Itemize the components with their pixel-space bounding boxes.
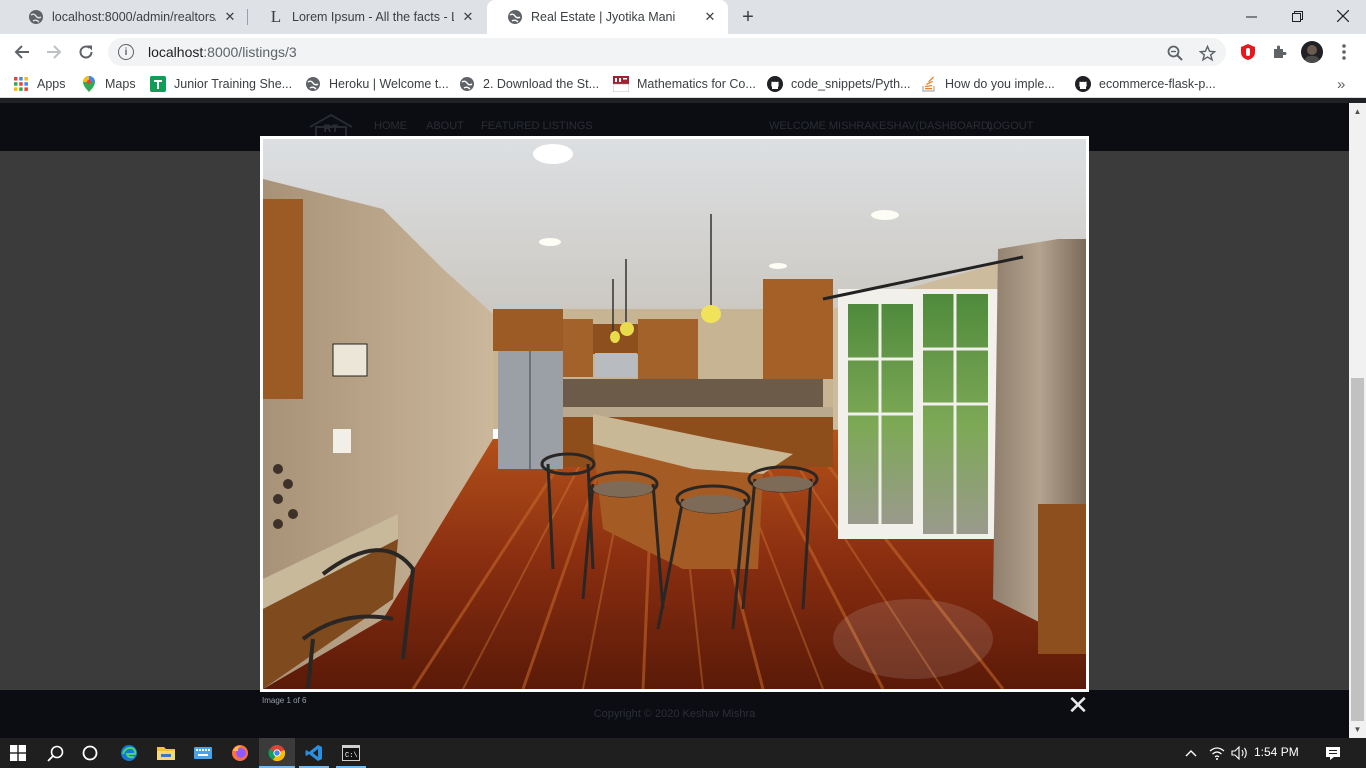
footer-copyright: Copyright © 2020 Keshav Mishra [593, 708, 756, 720]
minimize-button[interactable] [1228, 0, 1274, 32]
more-bookmarks-button[interactable]: » [1337, 74, 1345, 94]
globe-icon [28, 9, 44, 25]
github-icon [767, 76, 783, 92]
bookmark-maps[interactable]: Maps [81, 74, 136, 94]
close-window-button[interactable] [1320, 0, 1366, 32]
page-scrollbar[interactable]: ▲ ▼ [1349, 103, 1366, 738]
close-icon [1337, 10, 1349, 22]
search-icon[interactable] [43, 741, 67, 765]
bookmark-heroku[interactable]: Heroku | Welcome t... [305, 74, 449, 94]
tab-lorem-ipsum[interactable]: L Lorem Ipsum - All the facts - Lips ✕ [248, 0, 486, 34]
keyboard-icon[interactable] [191, 741, 215, 765]
globe-icon [305, 76, 321, 92]
tab-close-icon[interactable]: ✕ [460, 9, 476, 25]
firefox-icon[interactable] [228, 741, 252, 765]
extension-red-icon[interactable] [1238, 42, 1258, 62]
bookmark-label: How do you imple... [945, 77, 1055, 91]
bookmark-label: Maps [105, 77, 136, 91]
bookmark-junior-training[interactable]: Junior Training She... [150, 74, 292, 94]
lipsum-l-icon: L [270, 7, 282, 26]
bookmark-label: ecommerce-flask-p... [1099, 77, 1216, 91]
bookmark-label: code_snippets/Pyth... [791, 77, 911, 91]
taskbar-clock[interactable]: 1:54 PM [1254, 745, 1299, 759]
browser-toolbar: i localhost:8000/listings/3 [0, 34, 1366, 70]
browser-tab-strip: localhost:8000/admin/realtors/re ✕ L Lor… [0, 0, 1366, 34]
file-explorer-icon[interactable] [154, 741, 178, 765]
arrow-right-icon [47, 45, 62, 59]
nav-about-link[interactable]: ABOUT [426, 120, 464, 132]
new-tab-button[interactable]: + [736, 5, 760, 29]
bookmark-mathematics[interactable]: Mathematics for Co... [613, 74, 756, 94]
tab-close-icon[interactable]: ✕ [222, 9, 238, 25]
bookmark-label: 2. Download the St... [483, 77, 600, 91]
profile-avatar[interactable] [1301, 41, 1323, 63]
tray-chevron-up-icon[interactable] [1183, 744, 1199, 762]
stackoverflow-icon [921, 76, 937, 92]
vscode-icon[interactable] [302, 741, 326, 765]
site-footer: Copyright © 2020 Keshav Mishra [0, 690, 1349, 738]
mit-ocw-icon [613, 76, 629, 92]
tab-close-icon[interactable]: ✕ [702, 9, 718, 25]
listing-photo-kitchen[interactable] [263, 139, 1086, 689]
arrow-left-icon [14, 45, 29, 59]
reload-button[interactable] [72, 38, 100, 66]
terminal-icon[interactable]: C:\ [339, 741, 363, 765]
zoom-icon[interactable] [1166, 44, 1184, 62]
nav-dashboard-link[interactable]: WELCOME MISHRAKESHAV(DASHBOARD) [769, 120, 993, 132]
task-view-icon[interactable] [78, 741, 102, 765]
windows-start-icon[interactable] [6, 741, 30, 765]
address-bar[interactable]: i localhost:8000/listings/3 [108, 38, 1226, 66]
bookmark-label: Junior Training She... [174, 77, 293, 91]
info-icon[interactable]: i [118, 44, 134, 60]
tab-title: localhost:8000/admin/realtors/re [52, 10, 216, 24]
bookmark-label: Heroku | Welcome t... [329, 77, 449, 91]
restore-button[interactable] [1274, 0, 1320, 32]
svg-text:C:\: C:\ [345, 752, 358, 760]
lightbox-frame [260, 136, 1089, 692]
extensions-puzzle-icon[interactable] [1270, 42, 1290, 62]
tab-real-estate[interactable]: Real Estate | Jyotika Mani ✕ [487, 0, 728, 34]
edge-icon[interactable] [117, 741, 141, 765]
scrollbar-thumb[interactable] [1351, 378, 1364, 721]
nav-home-link[interactable]: HOME [374, 120, 407, 132]
lightbox-close-button[interactable]: ✕ [1067, 692, 1089, 718]
maps-pin-icon [81, 76, 97, 92]
bookmark-label: Mathematics for Co... [637, 77, 756, 91]
wifi-icon[interactable] [1208, 744, 1226, 762]
nav-featured-listings-link[interactable]: FEATURED LISTINGS [481, 120, 593, 132]
globe-icon [459, 76, 475, 92]
bookmark-apps[interactable]: Apps [13, 74, 66, 94]
tab-title: Real Estate | Jyotika Mani [531, 10, 676, 24]
bookmark-code-snippets[interactable]: code_snippets/Pyth... [767, 74, 911, 94]
nav-logout-link[interactable]: LOGOUT [987, 120, 1033, 132]
back-button[interactable] [8, 38, 36, 66]
bookmarks-bar: Apps Maps Junior Training She... Heroku … [0, 70, 1366, 98]
chrome-icon[interactable] [265, 741, 289, 765]
address-url: localhost:8000/listings/3 [148, 44, 297, 60]
tab-admin-realtors[interactable]: localhost:8000/admin/realtors/re ✕ [8, 0, 248, 34]
apps-grid-icon [13, 76, 29, 92]
volume-icon[interactable] [1230, 744, 1250, 762]
tab-title: Lorem Ipsum - All the facts - Lips [292, 10, 454, 24]
bookmark-star-icon[interactable] [1198, 44, 1216, 62]
github-icon [1075, 76, 1091, 92]
scroll-down-icon[interactable]: ▼ [1353, 725, 1362, 734]
bookmark-ecommerce-flask[interactable]: ecommerce-flask-p... [1075, 74, 1216, 94]
minimize-icon [1245, 16, 1257, 17]
page-viewport: RT HOME ABOUT FEATURED LISTINGS WELCOME … [0, 103, 1349, 738]
globe-icon [507, 9, 523, 25]
windows-taskbar: C:\ 1:54 PM [0, 738, 1366, 768]
restore-icon [1291, 10, 1303, 22]
forward-button[interactable] [40, 38, 68, 66]
bookmark-download[interactable]: 2. Download the St... [459, 74, 599, 94]
sheets-icon [150, 76, 166, 92]
browser-menu-icon[interactable] [1334, 42, 1354, 62]
bookmark-label: Apps [37, 77, 66, 91]
reload-icon [79, 45, 93, 59]
lightbox-caption: Image 1 of 6 [262, 696, 307, 705]
notifications-icon[interactable] [1323, 744, 1343, 762]
scroll-up-icon[interactable]: ▲ [1353, 107, 1362, 116]
bookmark-how-do-you[interactable]: How do you imple... [921, 74, 1055, 94]
